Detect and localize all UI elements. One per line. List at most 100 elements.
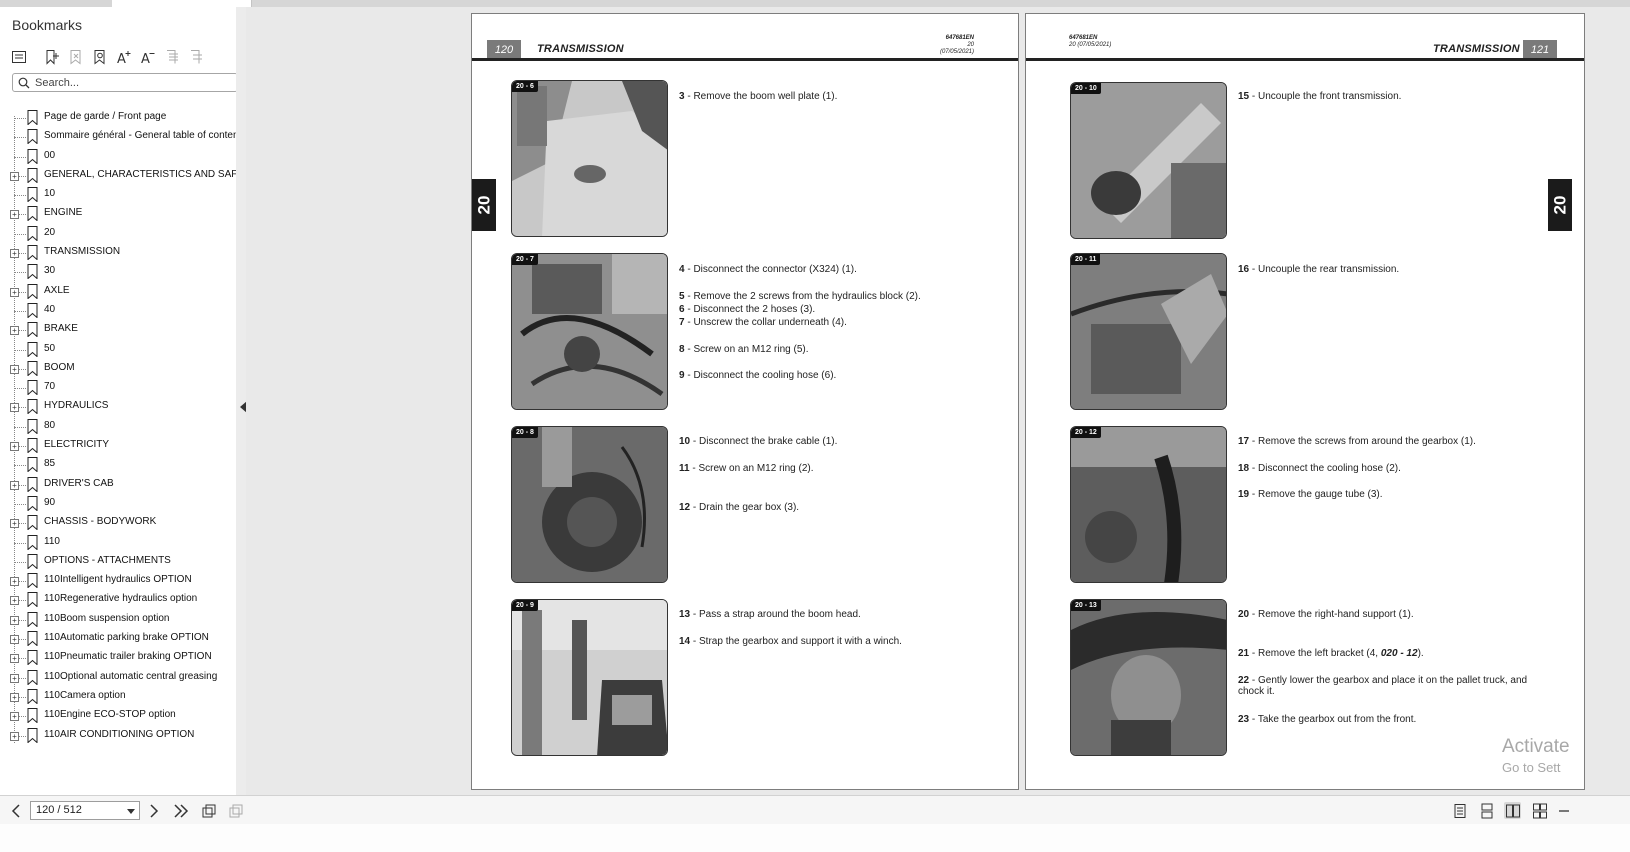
bookmark-item[interactable]: + GENERAL, CHARACTERISTICS AND SAFETY [0, 166, 257, 185]
bookmark-item[interactable]: +110Pneumatic trailer braking OPTION [0, 648, 236, 667]
bookmark-label: AXLE [44, 284, 70, 296]
expand-icon[interactable]: + [10, 635, 19, 645]
figure-photo: 20 - 9 [511, 599, 668, 756]
expand-icon[interactable]: + [10, 171, 19, 181]
bookmark-item[interactable]: +110Boom suspension option [0, 610, 236, 629]
expand-icon[interactable]: + [10, 364, 19, 374]
bookmark-item[interactable]: 40 [0, 301, 236, 320]
bookmark-item[interactable]: 70 [0, 378, 236, 397]
expand-icon[interactable]: + [10, 596, 19, 606]
bookmark-icon [27, 611, 38, 627]
expand-icon[interactable]: + [10, 577, 19, 587]
figure-photo: 20 - 7 [511, 253, 668, 410]
step-text: Unscrew the collar underneath (4). [693, 317, 847, 328]
two-page-icon[interactable] [1504, 802, 1521, 819]
expand-all-icon[interactable] [163, 48, 181, 66]
figure-label: 20 - 10 [1071, 83, 1101, 94]
doc-code: 647681EN [945, 35, 974, 41]
decrease-font-icon[interactable]: A [139, 48, 157, 66]
doc-code: 647681EN [1069, 35, 1098, 41]
search-input[interactable] [35, 75, 231, 90]
bookmark-item[interactable]: + BOOM [0, 359, 236, 378]
bookmark-item[interactable]: +110Optional automatic central greasing [0, 668, 236, 687]
bookmark-item[interactable]: +110Engine ECO-STOP option [0, 706, 236, 725]
bookmark-item[interactable]: Sommaire général - General table of cont… [0, 127, 241, 146]
bookmark-label: 00 [44, 149, 56, 161]
panel-title: Bookmarks [12, 17, 83, 33]
bookmark-item[interactable]: 110 [0, 533, 236, 552]
expand-icon[interactable]: + [10, 249, 19, 259]
single-page-icon[interactable] [1451, 802, 1468, 819]
step-text: Screw on an M12 ring (5). [693, 344, 809, 355]
expand-icon[interactable]: + [10, 480, 19, 490]
bookmark-icon [27, 418, 38, 434]
expand-icon[interactable]: + [10, 731, 19, 741]
bookmark-item[interactable]: 00 [0, 147, 236, 166]
expand-icon[interactable]: + [10, 692, 19, 702]
expand-icon[interactable]: + [10, 442, 19, 452]
panel-splitter[interactable] [236, 7, 246, 822]
expand-icon[interactable]: + [10, 673, 19, 683]
step-text: Disconnect the brake cable (1). [699, 436, 838, 447]
bookmark-item[interactable]: + TRANSMISSION [0, 243, 236, 262]
page-number-input[interactable]: 120 / 512 [30, 801, 140, 820]
bookmark-item[interactable]: +110Regenerative hydraulics option [0, 590, 236, 609]
bookmark-item[interactable]: 10 [0, 185, 236, 204]
bookmark-item[interactable]: +110Camera option [0, 687, 236, 706]
header-rule [472, 58, 1018, 61]
collapse-all-icon[interactable] [187, 48, 205, 66]
rotate-page-icon[interactable] [200, 802, 217, 819]
bookmark-item[interactable]: OPTIONS - ATTACHMENTS [0, 552, 236, 571]
step-number: 21 [1238, 648, 1250, 659]
bookmark-list-icon[interactable] [10, 48, 28, 66]
bookmark-item[interactable]: + BRAKE [0, 320, 236, 339]
add-bookmark-icon[interactable] [43, 48, 61, 66]
find-bookmark-icon[interactable] [91, 48, 109, 66]
bookmark-label: 110Regenerative hydraulics option [44, 593, 198, 605]
bookmark-item[interactable]: + AXLE [0, 282, 236, 301]
last-page-icon[interactable] [172, 802, 189, 819]
bookmark-item[interactable]: + CHASSIS - BODYWORK [0, 513, 236, 532]
expand-icon[interactable]: + [10, 403, 19, 413]
bookmark-item[interactable]: Page de garde / Front page [0, 108, 236, 127]
expand-icon[interactable]: + [10, 210, 19, 220]
bookmark-item[interactable]: + ELECTRICITY [0, 436, 236, 455]
bookmark-item[interactable]: +110Automatic parking brake OPTION [0, 629, 236, 648]
expand-icon[interactable]: + [10, 615, 19, 625]
document-tab[interactable] [112, 0, 252, 7]
bookmark-item[interactable]: 90 [0, 494, 236, 513]
expand-icon[interactable]: + [10, 287, 19, 297]
bookmark-item[interactable]: 85 [0, 455, 236, 474]
delete-bookmark-icon[interactable] [67, 48, 85, 66]
expand-icon[interactable]: + [10, 519, 19, 529]
expand-icon[interactable]: + [10, 654, 19, 664]
procedure-step: 16 - Uncouple the rear transmission. [1238, 264, 1400, 275]
chevron-down-icon[interactable] [127, 809, 135, 814]
step-number: 18 [1238, 463, 1250, 474]
next-page-icon[interactable] [145, 802, 162, 819]
figure-reference[interactable]: 020 - 12 [1381, 648, 1418, 659]
two-page-continuous-icon[interactable] [1531, 802, 1548, 819]
bookmark-item[interactable]: + DRIVER'S CAB [0, 475, 236, 494]
bookmark-icon [27, 245, 38, 261]
bookmark-item[interactable]: +110Intelligent hydraulics OPTION [0, 571, 236, 590]
previous-page-icon[interactable] [7, 802, 24, 819]
bookmark-item[interactable]: +110AIR CONDITIONING OPTION [0, 726, 236, 745]
procedure-step: 18 - Disconnect the cooling hose (2). [1238, 463, 1401, 474]
bookmark-item[interactable]: 30 [0, 262, 236, 281]
bookmark-item[interactable]: 20 [0, 224, 236, 243]
bookmark-tree: Page de garde / Front page Sommaire génér… [0, 108, 257, 745]
bookmark-item[interactable]: 80 [0, 417, 236, 436]
zoom-out-icon[interactable] [1556, 802, 1573, 819]
expand-icon[interactable]: + [10, 712, 19, 722]
bookmark-icon [27, 264, 38, 280]
bookmark-search-field[interactable] [12, 73, 238, 92]
expand-icon[interactable]: + [10, 326, 19, 336]
continuous-page-icon[interactable] [1478, 802, 1495, 819]
increase-font-icon[interactable]: A [115, 48, 133, 66]
bookmark-item[interactable]: 50 [0, 340, 236, 359]
bookmark-item[interactable]: + ENGINE [0, 204, 236, 223]
copy-page-icon[interactable] [227, 802, 244, 819]
bookmark-item[interactable]: + HYDRAULICS [0, 397, 236, 416]
procedure-step: 12 - Drain the gear box (3). [679, 502, 800, 513]
